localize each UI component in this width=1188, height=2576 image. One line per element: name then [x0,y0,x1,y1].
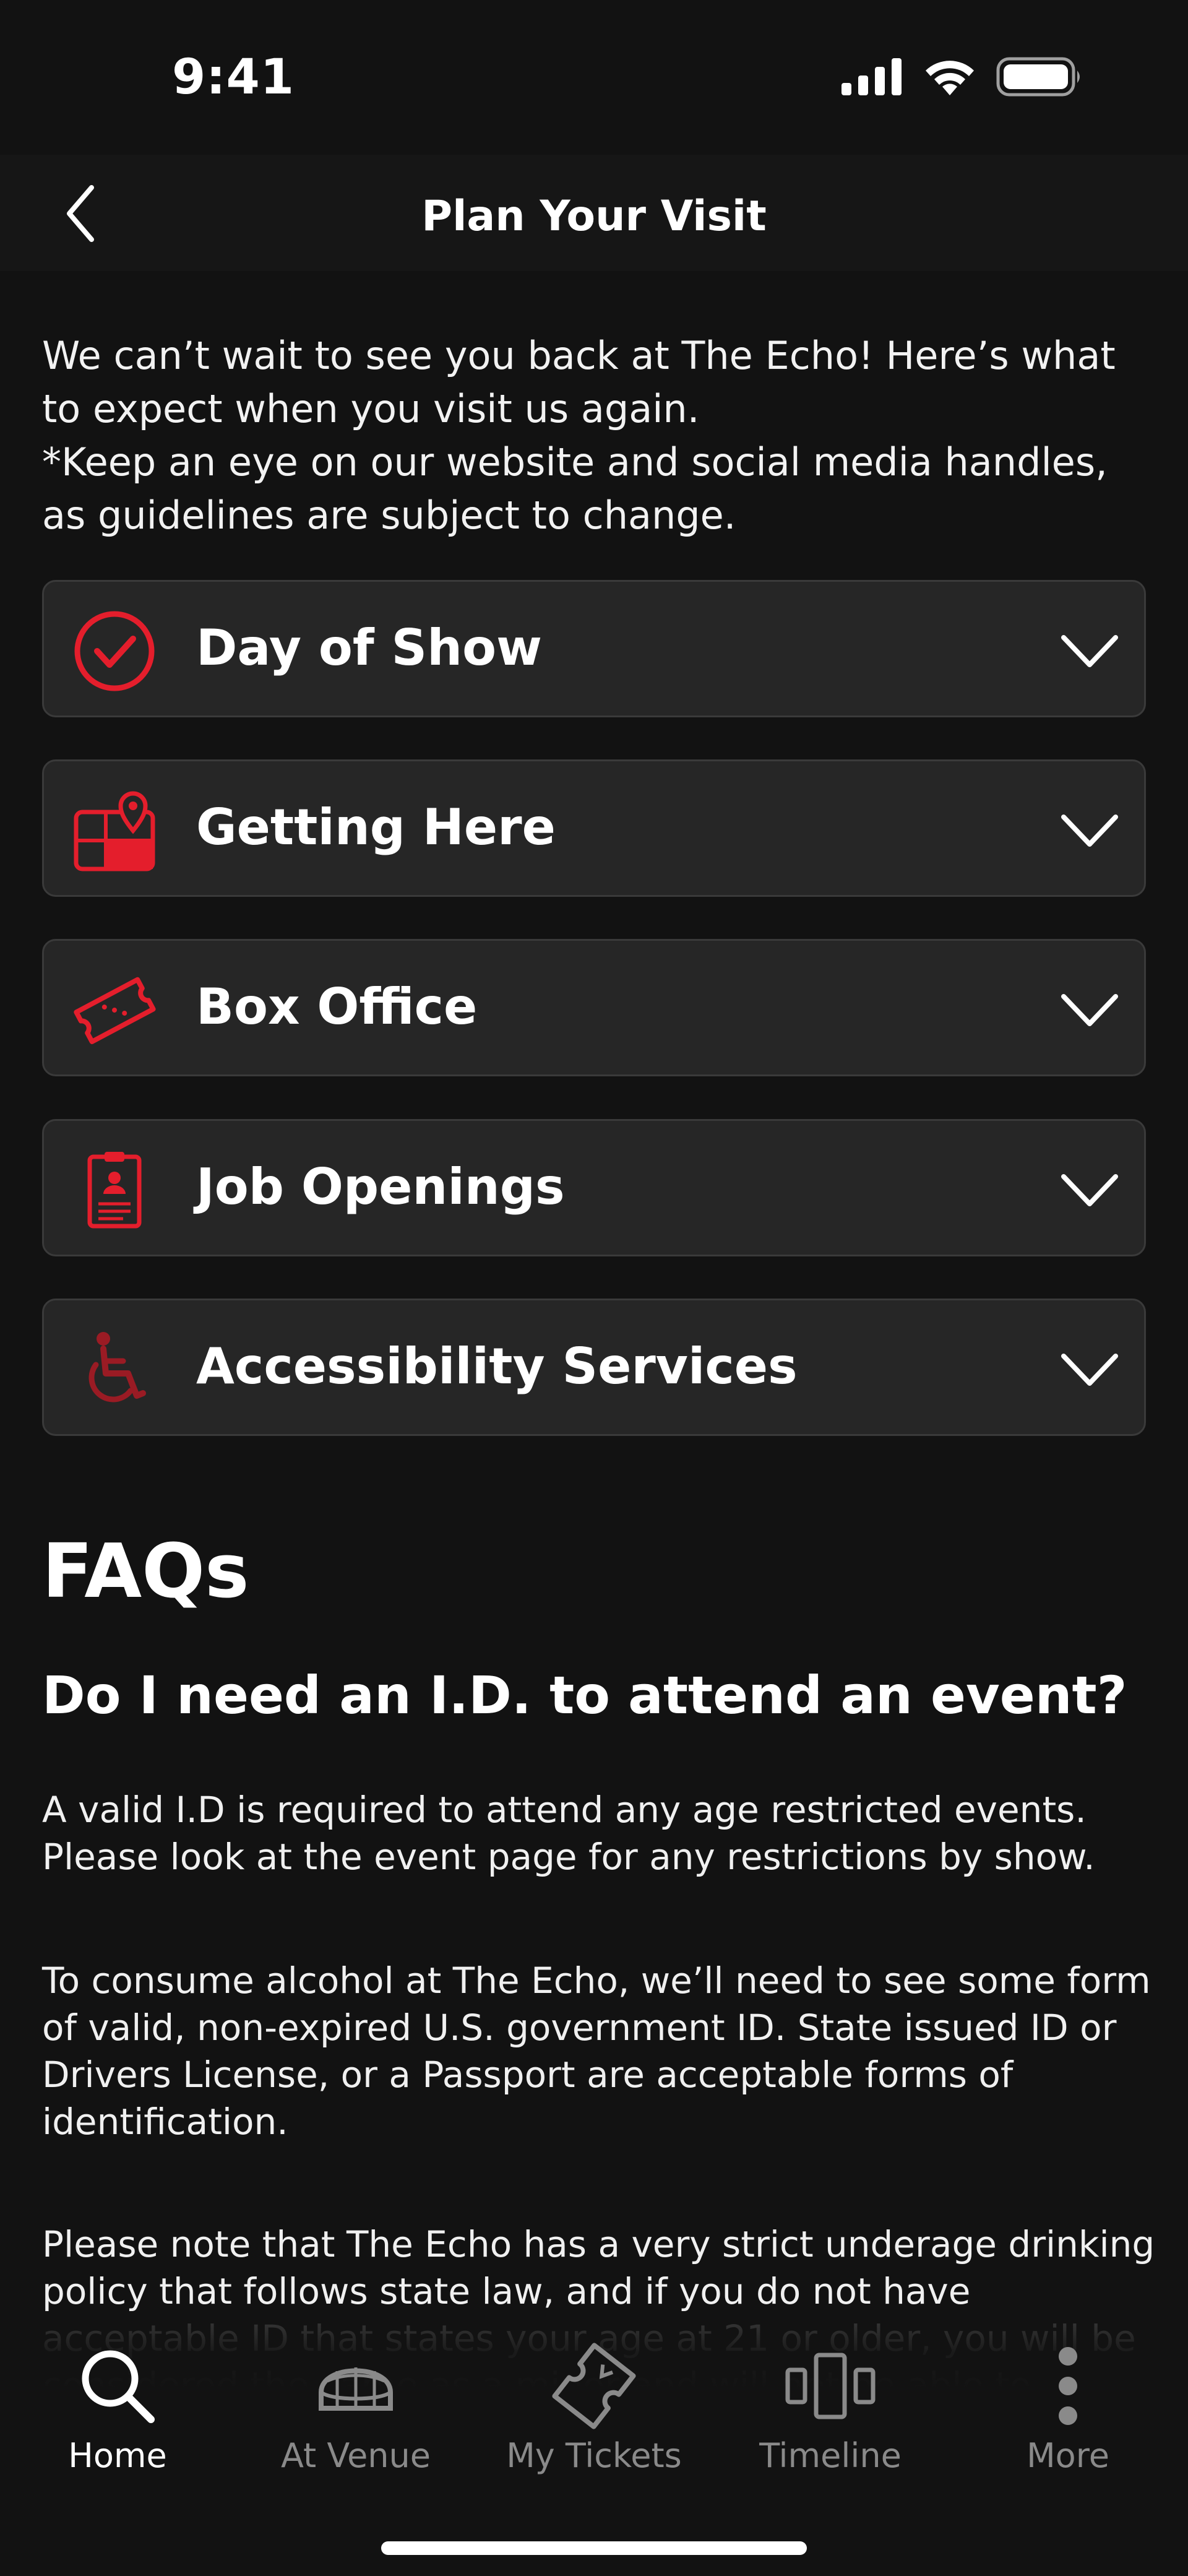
tab-timeline[interactable]: Timeline [719,2340,942,2488]
tab-home[interactable]: Home [6,2340,229,2488]
chevron-down-icon [1059,1339,1121,1401]
intro-text: We can’t wait to see you back at The Ech… [42,329,1150,542]
chevron-down-icon [1059,979,1121,1041]
tab-my-tickets[interactable]: My Tickets [483,2340,705,2488]
chevron-down-icon [1059,620,1121,682]
tab-bar: Home At Venue My Tickets Timeline More [0,2315,1188,2576]
status-bar: 9:41 [0,0,1188,155]
battery-icon [996,57,1080,97]
intro-line-1: We can’t wait to see you back at The Ech… [42,333,1116,431]
tab-at-venue[interactable]: At Venue [244,2340,467,2488]
accordion-label: Getting Here [196,798,556,856]
faq-answer-paragraph: A valid I.D is required to attend any ag… [42,1789,1095,1878]
search-icon [6,2340,229,2432]
tab-label: Timeline [759,2436,902,2475]
ticket-icon [71,967,158,1053]
faq-heading: FAQs [42,1529,249,1615]
status-icons [842,57,1083,97]
accordion-label: Day of Show [196,619,542,676]
accordion-label: Box Office [196,978,478,1035]
faq-answer-paragraph: To consume alcohol at The Echo, we’ll ne… [42,1960,1151,2143]
tab-more[interactable]: More [957,2340,1179,2488]
check-circle-icon [71,608,158,694]
accordion-day-of-show[interactable]: Day of Show [42,580,1146,717]
accordion-job-openings[interactable]: Job Openings [42,1119,1146,1256]
tab-label: Home [68,2436,167,2475]
nav-header: Plan Your Visit [0,155,1188,271]
resume-icon [71,1147,158,1234]
wifi-icon [926,61,974,95]
chevron-down-icon [1059,800,1121,862]
accordion-label: Job Openings [196,1158,565,1216]
status-time: 9:41 [172,50,295,105]
tab-label: More [1027,2436,1109,2475]
accordion-box-office[interactable]: Box Office [42,939,1146,1076]
timeline-icon [719,2340,942,2432]
signal-icon [842,58,902,95]
faq-question: Do I need an I.D. to attend an event? [42,1665,1127,1726]
tab-label: My Tickets [506,2436,682,2475]
accordion-getting-here[interactable]: Getting Here [42,759,1146,897]
more-icon [957,2340,1179,2432]
chevron-down-icon [1059,1159,1121,1221]
ticket-icon [483,2340,705,2432]
screen: 9:41 Plan Your Visit We can’t wait to se… [0,0,1188,2576]
home-indicator[interactable] [381,2541,807,2555]
venue-icon [244,2340,467,2432]
wheelchair-icon [71,1326,158,1413]
page-title: Plan Your Visit [421,192,767,241]
tab-label: At Venue [281,2436,431,2475]
intro-line-2: *Keep an eye on our website and social m… [42,439,1108,538]
accordion-accessibility-services[interactable]: Accessibility Services [42,1299,1146,1436]
accordion-label: Accessibility Services [196,1338,798,1395]
map-pin-icon [71,787,158,874]
